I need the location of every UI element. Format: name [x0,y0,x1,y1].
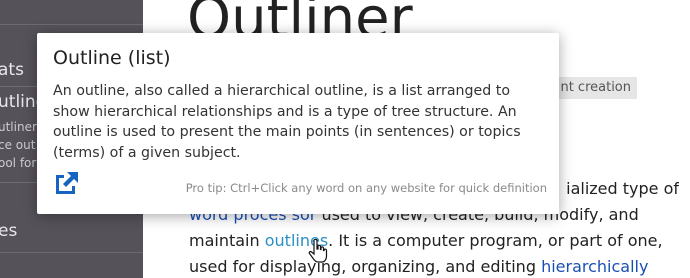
popup-definition: An outline, also called a hierarchical o… [53,83,521,161]
article-text: . It is a computer program, or part of o… [328,231,663,250]
article-text: maintain [189,231,265,250]
sidebar-divider [0,252,143,253]
article-line: used for displaying, organizing, and edi… [189,254,679,278]
sidebar-subitem-tool-for[interactable]: ool for [0,156,36,170]
sidebar-item-formats[interactable]: ats [0,60,24,80]
article-line: maintain outlines. It is a computer prog… [189,228,679,254]
external-link-icon[interactable] [53,169,81,197]
article-text: ialized type of [566,179,679,198]
category-tag-label: nt creation [560,80,631,95]
sidebar-divider [0,24,143,25]
link-hierarchically[interactable]: hierarchically [541,257,648,276]
popup-title: Outline (list) [53,47,171,69]
hand-cursor-icon [308,238,328,263]
pro-tip: Pro tip: Ctrl+Click any word on any webs… [185,181,547,195]
article-text: used for displaying, organizing, and edi… [189,257,542,276]
definition-popup: Outline (list) An outline, also called a… [37,33,559,214]
sidebar-item-references[interactable]: es [0,221,17,241]
sidebar-subitem-outline-trace[interactable]: ce out [0,138,35,152]
external-link-icon-svg [56,172,78,194]
